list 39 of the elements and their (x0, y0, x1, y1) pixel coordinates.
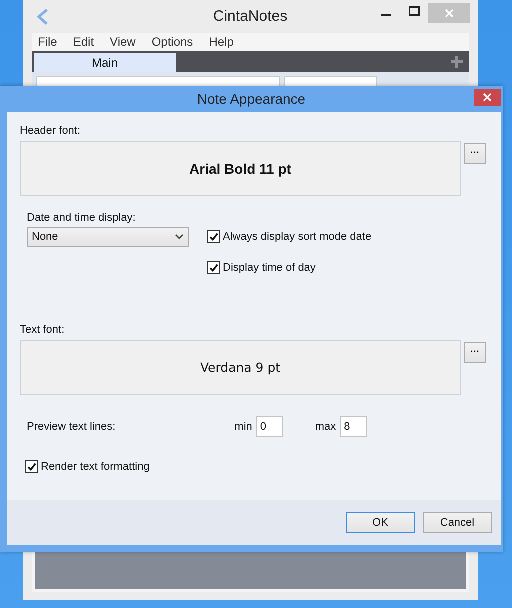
tab[interactable]: Main (34, 53, 176, 72)
text-font-label: Text font: (20, 324, 66, 336)
close-icon (483, 93, 492, 102)
menu-item[interactable]: Edit (66, 35, 104, 49)
max-label: max (315, 420, 336, 432)
menu-item[interactable]: Options (144, 35, 202, 49)
menu-item[interactable]: View (103, 35, 145, 49)
checkmark-icon (26, 462, 36, 472)
window-title: CintaNotes (213, 8, 288, 25)
checkbox[interactable] (25, 460, 38, 473)
add-tab-icon[interactable] (451, 56, 463, 68)
cancel-button[interactable]: Cancel (423, 512, 492, 533)
menu-item[interactable]: Help (202, 35, 243, 49)
preview-lines-label: Preview text lines: (27, 420, 116, 432)
checkbox-label: Render text formatting (41, 460, 150, 472)
header-font-preview: Arial Bold 11 pt (20, 141, 461, 196)
ok-button[interactable]: OK (346, 512, 415, 533)
min-label: min (234, 420, 252, 432)
header-font-label: Header font: (20, 125, 82, 137)
checkbox-label: Display time of day (223, 262, 316, 274)
menu-item[interactable]: File (32, 35, 66, 49)
minimize-icon (381, 14, 391, 16)
checkmark-icon (208, 232, 218, 242)
close-icon (444, 8, 454, 18)
max-field[interactable]: 8 (340, 416, 368, 437)
dialog-title: Note Appearance (197, 91, 306, 107)
checkmark-icon (208, 262, 218, 272)
maximize-icon (408, 6, 420, 16)
checkbox[interactable] (207, 230, 220, 243)
browse-button[interactable]: ... (464, 342, 486, 363)
text-font-preview: Verdana 9 pt (20, 340, 461, 395)
checkbox[interactable] (207, 261, 220, 274)
close-button[interactable] (474, 89, 501, 106)
date-time-label: Date and time display: (27, 212, 137, 224)
chevron-down-icon (175, 234, 184, 240)
checkbox-label: Always display sort mode date (223, 230, 372, 242)
min-field[interactable]: 0 (256, 416, 284, 437)
date-time-dropdown[interactable]: None (27, 227, 189, 247)
browse-button[interactable]: ... (464, 143, 486, 164)
